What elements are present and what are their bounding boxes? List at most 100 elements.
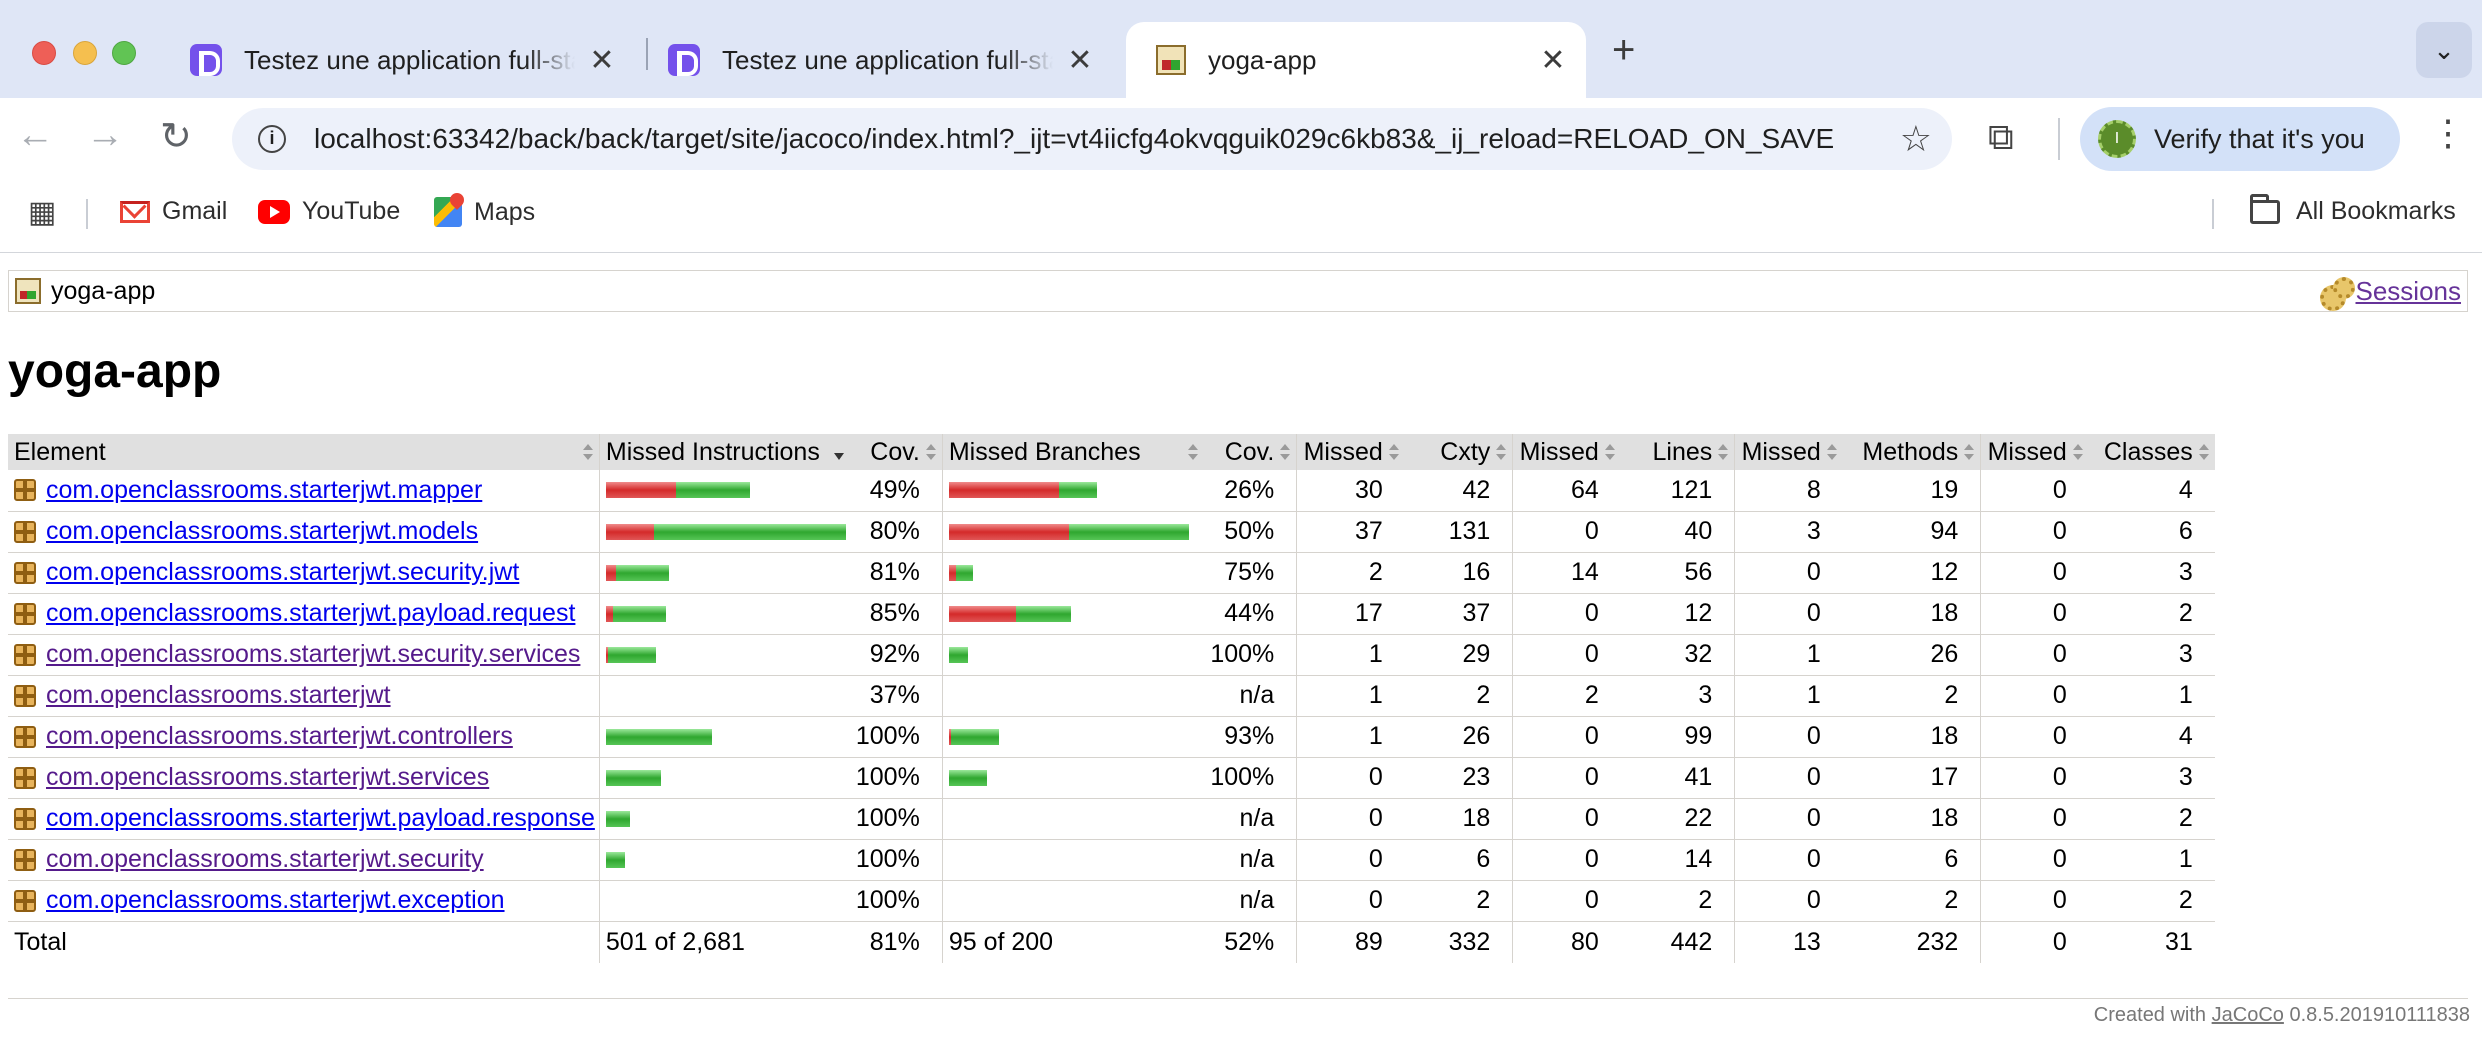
instr-cov-cell: 100% bbox=[849, 716, 943, 758]
bookmark-star-icon[interactable]: ☆ bbox=[1900, 118, 1932, 160]
lines-cell: 99 bbox=[1620, 716, 1735, 758]
package-link[interactable]: com.openclassrooms.starterjwt.services bbox=[46, 763, 489, 792]
sort-icon bbox=[1280, 444, 1291, 460]
lines-cell: 56 bbox=[1620, 552, 1735, 594]
col-methods[interactable]: Methods bbox=[1842, 434, 1981, 470]
bookmarks-bar: ▦ Gmail YouTube Maps All Bookmarks bbox=[0, 185, 2482, 241]
branches-coverage-bar bbox=[948, 523, 1201, 540]
tab-search-button[interactable]: ⌄ bbox=[2416, 22, 2472, 78]
table-row: com.openclassrooms.starterjwt.services 10… bbox=[8, 757, 2215, 799]
report-icon bbox=[15, 278, 41, 304]
branch-cov-cell: n/a bbox=[1204, 880, 1297, 922]
col-missed-lines[interactable]: Missed bbox=[1512, 434, 1621, 470]
extensions-puzzle-icon[interactable]: ⧉ bbox=[1988, 116, 2014, 159]
col-branch-cov[interactable]: Cov. bbox=[1204, 434, 1297, 470]
instr-cov-cell: 85% bbox=[849, 593, 943, 635]
total-missed-classes: 0 bbox=[1980, 921, 2089, 963]
all-bookmarks-button[interactable]: All Bookmarks bbox=[2250, 193, 2456, 226]
verify-profile-button[interactable]: I Verify that it's you bbox=[2080, 107, 2400, 171]
classes-cell: 4 bbox=[2088, 470, 2215, 512]
apps-grid-icon[interactable]: ▦ bbox=[28, 195, 56, 230]
col-lines[interactable]: Lines bbox=[1620, 434, 1735, 470]
package-link[interactable]: com.openclassrooms.starterjwt bbox=[46, 681, 391, 710]
url-text[interactable]: localhost:63342/back/back/target/site/ja… bbox=[314, 123, 1872, 155]
bookmark-label: YouTube bbox=[302, 197, 401, 225]
missed-classes-cell: 0 bbox=[1980, 716, 2089, 758]
methods-cell: 19 bbox=[1842, 470, 1981, 512]
missed-classes-cell: 0 bbox=[1980, 593, 2089, 635]
element-cell: com.openclassrooms.starterjwt.services bbox=[8, 757, 600, 799]
package-link[interactable]: com.openclassrooms.starterjwt.models bbox=[46, 517, 478, 546]
element-cell: com.openclassrooms.starterjwt.models bbox=[8, 511, 600, 553]
new-tab-button[interactable]: + bbox=[1612, 28, 1635, 73]
site-info-icon[interactable]: i bbox=[258, 125, 286, 153]
instructions-bar-cell bbox=[598, 511, 850, 553]
sessions-link[interactable]: Sessions bbox=[2356, 276, 2462, 307]
missed-cxty-cell: 0 bbox=[1296, 839, 1405, 881]
sort-down-icon bbox=[833, 444, 844, 460]
bookmark-maps[interactable]: Maps bbox=[434, 197, 535, 227]
package-link[interactable]: com.openclassrooms.starterjwt.payload.re… bbox=[46, 804, 595, 833]
branches-coverage-bar bbox=[948, 482, 1201, 499]
col-missed-classes[interactable]: Missed bbox=[1980, 434, 2089, 470]
package-icon bbox=[14, 848, 36, 871]
package-link[interactable]: com.openclassrooms.starterjwt.security.j… bbox=[46, 558, 519, 587]
back-arrow-icon[interactable]: ← bbox=[16, 114, 54, 157]
classes-cell: 4 bbox=[2088, 716, 2215, 758]
package-link[interactable]: com.openclassrooms.starterjwt.security.s… bbox=[46, 640, 580, 669]
tab-testez-2[interactable]: Testez une application full-stack ✕ bbox=[638, 22, 1113, 98]
total-missed-instructions: 501 of 2,681 bbox=[598, 921, 850, 963]
col-classes[interactable]: Classes bbox=[2088, 434, 2215, 470]
close-tab-icon[interactable]: ✕ bbox=[1065, 43, 1095, 78]
instructions-bar-cell bbox=[598, 470, 850, 512]
col-missed-cxty[interactable]: Missed bbox=[1296, 434, 1405, 470]
forward-arrow-icon[interactable]: → bbox=[86, 114, 124, 157]
sort-icon bbox=[1826, 444, 1837, 460]
close-window-button[interactable] bbox=[32, 41, 56, 65]
close-tab-icon[interactable]: ✕ bbox=[1538, 43, 1568, 78]
package-icon bbox=[14, 684, 36, 707]
missed-classes-cell: 0 bbox=[1980, 839, 2089, 881]
col-instr-cov[interactable]: Cov. bbox=[849, 434, 943, 470]
classes-cell: 3 bbox=[2088, 552, 2215, 594]
package-link[interactable]: com.openclassrooms.starterjwt.mapper bbox=[46, 476, 482, 505]
address-bar[interactable]: i localhost:63342/back/back/target/site/… bbox=[232, 108, 1952, 170]
reload-icon[interactable]: ↻ bbox=[160, 114, 192, 159]
element-cell: com.openclassrooms.starterjwt.mapper bbox=[8, 470, 600, 512]
close-tab-icon[interactable]: ✕ bbox=[587, 43, 617, 78]
package-link[interactable]: com.openclassrooms.starterjwt.security bbox=[46, 845, 484, 874]
covered-bar-segment bbox=[948, 646, 968, 663]
tab-testez-1[interactable]: Testez une application full-stack ✕ bbox=[160, 22, 635, 98]
maximize-window-button[interactable] bbox=[112, 41, 136, 65]
branches-coverage-bar bbox=[949, 852, 1201, 868]
branches-bar-cell bbox=[941, 675, 1205, 717]
table-row: com.openclassrooms.starterjwt.payload.re… bbox=[8, 593, 2215, 635]
col-missed-branches[interactable]: Missed Branches bbox=[941, 434, 1205, 470]
browser-menu-icon[interactable]: ⋮ bbox=[2430, 112, 2466, 154]
col-cxty[interactable]: Cxty bbox=[1404, 434, 1513, 470]
instructions-coverage-bar bbox=[606, 893, 846, 909]
col-element[interactable]: Element bbox=[8, 434, 600, 470]
missed-lines-cell: 14 bbox=[1512, 552, 1621, 594]
package-link[interactable]: com.openclassrooms.starterjwt.exception bbox=[46, 886, 505, 915]
tab-yoga-app[interactable]: yoga-app ✕ bbox=[1126, 22, 1586, 98]
report-favicon-icon bbox=[1156, 45, 1186, 75]
classes-cell: 2 bbox=[2088, 798, 2215, 840]
package-link[interactable]: com.openclassrooms.starterjwt.payload.re… bbox=[46, 599, 575, 628]
col-missed-methods[interactable]: Missed bbox=[1734, 434, 1843, 470]
missed-classes-cell: 0 bbox=[1980, 470, 2089, 512]
branch-cov-cell: 100% bbox=[1204, 634, 1297, 676]
minimize-window-button[interactable] bbox=[73, 41, 97, 65]
instr-cov-cell: 49% bbox=[849, 470, 943, 512]
missed-cxty-cell: 30 bbox=[1296, 470, 1405, 512]
bookmark-youtube[interactable]: YouTube bbox=[258, 197, 400, 226]
package-icon bbox=[14, 807, 36, 830]
total-instr-cov: 81% bbox=[869, 927, 920, 956]
bookmark-gmail[interactable]: Gmail bbox=[120, 197, 227, 226]
jacoco-link[interactable]: JaCoCo bbox=[2212, 1004, 2284, 1026]
col-missed-instructions[interactable]: Missed Instructions bbox=[598, 434, 850, 470]
breadcrumb-label: yoga-app bbox=[51, 276, 156, 305]
tab-strip: Testez une application full-stack ✕ Test… bbox=[0, 0, 2482, 98]
package-link[interactable]: com.openclassrooms.starterjwt.controller… bbox=[46, 722, 513, 751]
missed-classes-cell: 0 bbox=[1980, 511, 2089, 553]
